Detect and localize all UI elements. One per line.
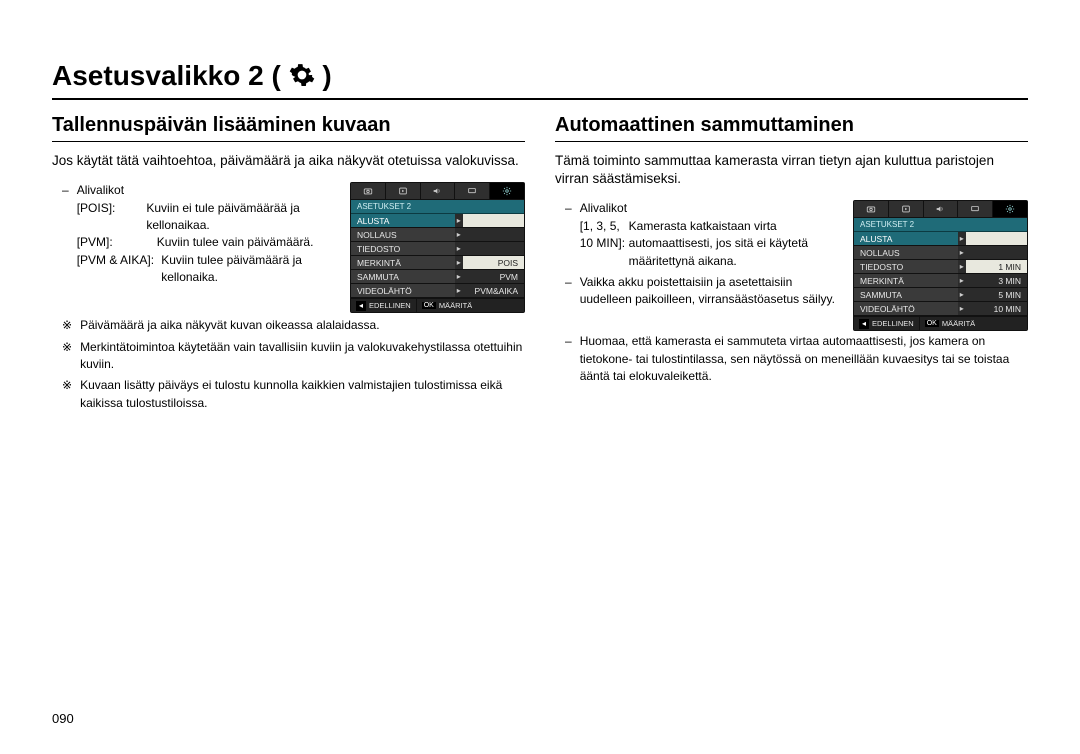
lcd-row-label: ALUSTA (854, 232, 958, 245)
lcd-row-value: 10 MIN (966, 302, 1027, 315)
title-close: ) (322, 60, 331, 91)
chevron-right-icon: ▸ (958, 276, 966, 285)
opt-desc: Kuviin tulee päivämäärä ja kellonaika. (161, 252, 338, 287)
chevron-right-icon: ▸ (455, 244, 463, 253)
opt-desc: Kamerasta katkaistaan virta automaattise… (629, 218, 841, 270)
lcd-row-value: 5 MIN (966, 288, 1027, 301)
tab-play-icon (386, 183, 421, 199)
chevron-right-icon: ▸ (958, 234, 966, 243)
right-heading: Automaattinen sammuttaminen (555, 114, 1028, 142)
chevron-right-icon: ▸ (958, 290, 966, 299)
lcd-row-label: TIEDOSTO (351, 242, 455, 255)
note-marker: ※ (62, 339, 72, 374)
lcd-row-value (463, 242, 524, 255)
lcd-header: ASETUKSET 2 (351, 200, 524, 214)
right-column: Automaattinen sammuttaminen Tämä toimint… (555, 114, 1028, 412)
opt-label: [PVM]: (77, 234, 157, 251)
note-text: Päivämäärä ja aika näkyvät kuvan oikeass… (80, 317, 525, 334)
lcd-row-value: POIS (463, 256, 524, 269)
note-text: Merkintätoimintoa käytetään vain tavalli… (80, 339, 525, 374)
lcd-header: ASETUKSET 2 (854, 218, 1027, 232)
title-text: Asetusvalikko 2 ( (52, 60, 281, 91)
dash: – (62, 182, 69, 286)
lcd-row-label: NOLLAUS (351, 228, 455, 241)
left-heading: Tallennuspäivän lisääminen kuvaan (52, 114, 525, 142)
opt-desc: Kuviin ei tule päivämäärää ja kellonaika… (146, 200, 338, 235)
left-submenu-label: Alivalikot (77, 182, 338, 199)
chevron-right-icon: ▸ (455, 286, 463, 295)
lcd-row-label: MERKINTÄ (854, 274, 958, 287)
tab-sound-icon (924, 201, 959, 217)
page-title-row: Asetusvalikko 2 ( ) (52, 60, 1028, 100)
page-number: 090 (52, 711, 74, 726)
lcd-row-label: SAMMUTA (854, 288, 958, 301)
tab-camera-icon (351, 183, 386, 199)
lcd-row-label: SAMMUTA (351, 270, 455, 283)
arrow-left-icon: ◂ (356, 301, 366, 311)
note-text: Kuvaan lisätty päiväys ei tulostu kunnol… (80, 377, 525, 412)
chevron-right-icon: ▸ (958, 304, 966, 313)
chevron-right-icon: ▸ (958, 248, 966, 257)
lcd-row-label: NOLLAUS (854, 246, 958, 259)
lcd-row-label: MERKINTÄ (351, 256, 455, 269)
chevron-right-icon: ▸ (455, 216, 463, 225)
lcd-row-value (463, 228, 524, 241)
dash: – (565, 200, 572, 270)
tab-sound-icon (421, 183, 456, 199)
opt-label: [PVM & AIKA]: (77, 252, 162, 287)
tab-play-icon (889, 201, 924, 217)
tab-display-icon (455, 183, 490, 199)
camera-lcd-right: ASETUKSET 2 ALUSTA▸ NOLLAUS▸ TIEDOSTO▸1 … (853, 200, 1028, 331)
right-submenu-label: Alivalikot (580, 200, 841, 217)
lcd-row-label: VIDEOLÄHTÖ (351, 284, 455, 297)
lcd-row-value: 1 MIN (966, 260, 1027, 273)
tab-settings-icon (993, 201, 1027, 217)
lcd-footer-set: MÄÄRITÄ (942, 319, 975, 328)
gear-icon (289, 62, 315, 88)
right-intro: Tämä toiminto sammuttaa kamerasta virran… (555, 152, 1028, 188)
lcd-row-value: PVM&AIKA (463, 284, 524, 297)
tab-display-icon (958, 201, 993, 217)
ok-badge: OK (925, 320, 939, 327)
lcd-row-label: ALUSTA (351, 214, 455, 227)
bullet-text: Vaikka akku poistettaisiin ja asetettais… (580, 274, 841, 309)
lcd-row-value (966, 246, 1027, 259)
lcd-row-value (966, 232, 1027, 245)
dash: – (565, 274, 572, 309)
chevron-right-icon: ▸ (455, 272, 463, 281)
lcd-row-value: PVM (463, 270, 524, 283)
dash: – (565, 333, 572, 385)
bullet-text: Huomaa, että kamerasta ei sammuteta virt… (580, 333, 1028, 385)
camera-lcd-left: ASETUKSET 2 ALUSTA▸ NOLLAUS▸ TIEDOSTO▸ M… (350, 182, 525, 313)
note-marker: ※ (62, 377, 72, 412)
tab-settings-icon (490, 183, 524, 199)
lcd-row-label: TIEDOSTO (854, 260, 958, 273)
opt-label: [POIS]: (77, 200, 147, 235)
lcd-row-value: 3 MIN (966, 274, 1027, 287)
opt-desc: Kuviin tulee vain päivämäärä. (157, 234, 314, 251)
chevron-right-icon: ▸ (455, 258, 463, 267)
chevron-right-icon: ▸ (455, 230, 463, 239)
lcd-footer-set: MÄÄRITÄ (439, 301, 472, 310)
tab-camera-icon (854, 201, 889, 217)
left-intro: Jos käytät tätä vaihtoehtoa, päivämäärä … (52, 152, 525, 170)
chevron-right-icon: ▸ (958, 262, 966, 271)
lcd-footer-prev: EDELLINEN (369, 301, 411, 310)
lcd-row-label: VIDEOLÄHTÖ (854, 302, 958, 315)
arrow-left-icon: ◂ (859, 319, 869, 329)
ok-badge: OK (422, 302, 436, 309)
lcd-footer-prev: EDELLINEN (872, 319, 914, 328)
note-marker: ※ (62, 317, 72, 334)
opt-label: [1, 3, 5, 10 MIN]: (580, 218, 629, 270)
lcd-row-value (463, 214, 524, 227)
left-column: Tallennuspäivän lisääminen kuvaan Jos kä… (52, 114, 525, 412)
page-title: Asetusvalikko 2 ( ) (52, 60, 332, 92)
